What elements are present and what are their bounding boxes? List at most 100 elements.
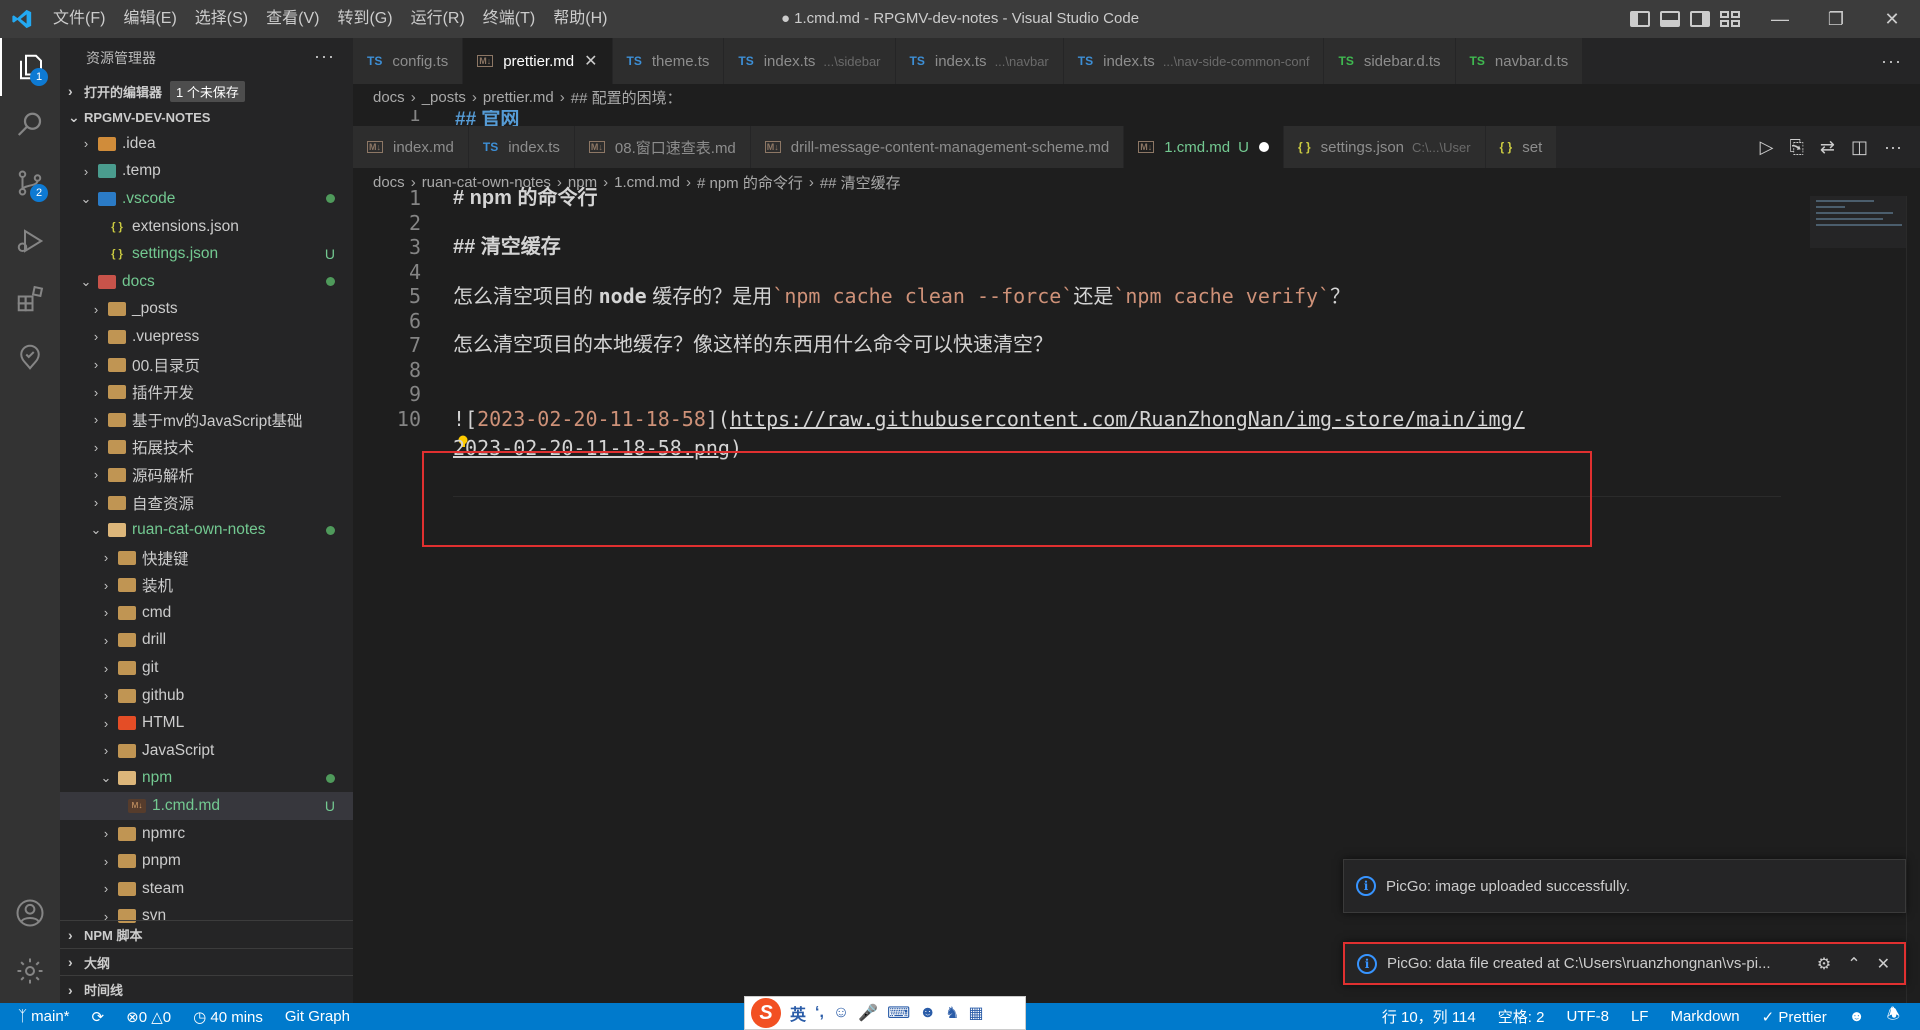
- ime-toolbar[interactable]: S 英 ‘, ☺ 🎤 ⌨ ☻ ♞ ▦: [744, 996, 1026, 1030]
- breadcrumb-item[interactable]: docs: [373, 89, 405, 106]
- source-control-icon[interactable]: 2: [0, 154, 60, 212]
- breadcrumb-item[interactable]: _posts: [422, 89, 466, 106]
- editor-tab[interactable]: TS theme.ts: [612, 38, 725, 84]
- tree-item[interactable]: › 拓展技术: [60, 434, 353, 462]
- tree-item[interactable]: › HTML: [60, 709, 353, 737]
- tree-item[interactable]: › _posts: [60, 296, 353, 324]
- tree-item[interactable]: › .vuepress: [60, 323, 353, 351]
- notifications-bell-icon[interactable]: 🕭: [1887, 1004, 1900, 1029]
- outline-section[interactable]: › 大纲: [60, 947, 353, 976]
- chevron-up-icon[interactable]: ⌃: [1847, 954, 1860, 974]
- tree-item[interactable]: › 装机: [60, 572, 353, 600]
- minimap[interactable]: [1810, 196, 1906, 248]
- ime-mode[interactable]: 英: [790, 1001, 806, 1025]
- tree-item[interactable]: › git: [60, 654, 353, 682]
- tree-item[interactable]: › steam: [60, 875, 353, 903]
- close-icon[interactable]: ✕: [584, 51, 597, 71]
- tree-item[interactable]: › .temp: [60, 158, 353, 186]
- open-preview-icon[interactable]: ⎘: [1790, 137, 1804, 158]
- more-actions-icon[interactable]: ···: [314, 46, 335, 67]
- punctuation-icon[interactable]: ‘,: [815, 1004, 824, 1022]
- tree-item[interactable]: ⌄ npm: [60, 765, 353, 793]
- toggle-panel-icon[interactable]: [1660, 11, 1680, 27]
- breadcrumb-item[interactable]: prettier.md: [483, 89, 554, 106]
- menu-file[interactable]: 文件(F): [44, 0, 114, 38]
- editor-tab[interactable]: TS index.ts: [468, 126, 575, 168]
- tree-item[interactable]: { } settings.json U: [60, 240, 353, 268]
- minimize-icon[interactable]: —: [1752, 0, 1808, 38]
- tree-item[interactable]: M↓ 1.cmd.md U: [60, 792, 353, 820]
- keyboard-icon[interactable]: ⌨: [887, 1003, 910, 1023]
- tree-item[interactable]: ⌄ ruan-cat-own-notes: [60, 516, 353, 544]
- markdown-editor[interactable]: 1 # npm 的命令行 2 3 ## 清空缓存 4 5 怎么清空项目的 nod…: [353, 186, 1920, 1003]
- tree-item[interactable]: › cmd: [60, 599, 353, 627]
- encoding[interactable]: UTF-8: [1566, 1008, 1609, 1025]
- tree-item[interactable]: › 源码解析: [60, 461, 353, 489]
- indentation[interactable]: 空格: 2: [1498, 1006, 1545, 1027]
- tree-item[interactable]: › .idea: [60, 130, 353, 158]
- sync-icon[interactable]: ⟳: [92, 1008, 105, 1026]
- workspace-root[interactable]: ⌄ RPGMV-DEV-NOTES: [60, 104, 353, 130]
- menu-view[interactable]: 查看(V): [257, 0, 328, 38]
- restore-icon[interactable]: ❐: [1808, 0, 1864, 38]
- language-mode[interactable]: Markdown: [1670, 1008, 1739, 1025]
- toolbox-icon[interactable]: ▦: [968, 1003, 983, 1023]
- editor-tab[interactable]: TS index.ts ...\sidebar: [724, 38, 896, 84]
- tree-item[interactable]: › 基于mv的JavaScript基础: [60, 406, 353, 434]
- notification-data-file[interactable]: i PicGo: data file created at C:\Users\r…: [1343, 942, 1906, 985]
- tree-item[interactable]: › pnpm: [60, 847, 353, 875]
- tree-item[interactable]: › 插件开发: [60, 378, 353, 406]
- close-icon[interactable]: ✕: [1864, 0, 1920, 38]
- accounts-icon[interactable]: [0, 884, 60, 942]
- customize-layout-icon[interactable]: [1720, 11, 1740, 27]
- user-icon[interactable]: ☻: [919, 1004, 936, 1022]
- image-url[interactable]: https://raw.githubusercontent.com/RuanZh…: [730, 407, 1525, 431]
- toggle-primary-sidebar-icon[interactable]: [1630, 11, 1650, 27]
- menu-terminal[interactable]: 终端(T): [474, 0, 544, 38]
- tree-item[interactable]: › JavaScript: [60, 737, 353, 765]
- extensions-icon[interactable]: [0, 270, 60, 328]
- menu-selection[interactable]: 选择(S): [186, 0, 257, 38]
- npm-scripts-section[interactable]: › NPM 脚本: [60, 920, 353, 948]
- explorer-icon[interactable]: 1: [0, 38, 60, 96]
- split-editor-icon[interactable]: ◫: [1851, 137, 1868, 158]
- more-actions-icon[interactable]: ···: [1884, 137, 1902, 158]
- editor-tab[interactable]: M↓ 08.窗口速查表.md: [574, 126, 751, 168]
- manage-gear-icon[interactable]: [0, 942, 60, 1000]
- tree-item[interactable]: { } extensions.json: [60, 213, 353, 241]
- tree-item[interactable]: › 自查资源: [60, 489, 353, 517]
- editor-tab[interactable]: M↓ index.md: [353, 126, 469, 168]
- open-editors-section[interactable]: › 打开的编辑器 1 个未保存: [60, 78, 353, 104]
- branch-indicator[interactable]: ᛉ main*: [18, 1008, 70, 1025]
- more-actions-icon[interactable]: ···: [1863, 38, 1920, 84]
- tree-item[interactable]: ⌄ docs: [60, 268, 353, 296]
- cursor-position[interactable]: 行 10，列 114: [1382, 1006, 1476, 1027]
- unsaved-dot-icon[interactable]: [1258, 142, 1269, 152]
- notification-upload-success[interactable]: i PicGo: image uploaded successfully.: [1343, 859, 1906, 913]
- menu-go[interactable]: 转到(G): [328, 0, 401, 38]
- menu-edit[interactable]: 编辑(E): [114, 0, 185, 38]
- feedback-icon[interactable]: ☻: [1849, 1008, 1865, 1025]
- editor-tab[interactable]: TS index.ts ...\navbar: [895, 38, 1064, 84]
- menu-help[interactable]: 帮助(H): [544, 0, 616, 38]
- editor-tab[interactable]: TS sidebar.d.ts: [1324, 38, 1456, 84]
- editor-tab[interactable]: M↓ 1.cmd.md U: [1124, 126, 1284, 168]
- tree-item[interactable]: › drill: [60, 627, 353, 655]
- search-icon[interactable]: [0, 96, 60, 154]
- menu-run[interactable]: 运行(R): [402, 0, 474, 38]
- editor-tab[interactable]: TS config.ts: [353, 38, 464, 84]
- vertical-scrollbar[interactable]: [1906, 196, 1920, 1003]
- prettier-status[interactable]: ✓ Prettier: [1762, 1008, 1827, 1026]
- tree-item[interactable]: › npmrc: [60, 820, 353, 848]
- editor-tab[interactable]: { } settings.json C:\...\User: [1283, 126, 1486, 168]
- compare-changes-icon[interactable]: ⇄: [1820, 137, 1835, 158]
- timeline-section[interactable]: › 时间线: [60, 975, 353, 1003]
- toggle-secondary-sidebar-icon[interactable]: [1690, 11, 1710, 27]
- breadcrumb-item[interactable]: ## 配置的困境：: [571, 87, 682, 108]
- end-of-line[interactable]: LF: [1631, 1008, 1649, 1025]
- tree-item[interactable]: › 快捷键: [60, 544, 353, 572]
- time-tracker[interactable]: ◷ 40 mins: [193, 1008, 263, 1026]
- close-icon[interactable]: ✕: [1877, 954, 1890, 974]
- editor-tab[interactable]: { } set: [1485, 126, 1558, 168]
- emoji-icon[interactable]: ☺: [833, 1004, 849, 1022]
